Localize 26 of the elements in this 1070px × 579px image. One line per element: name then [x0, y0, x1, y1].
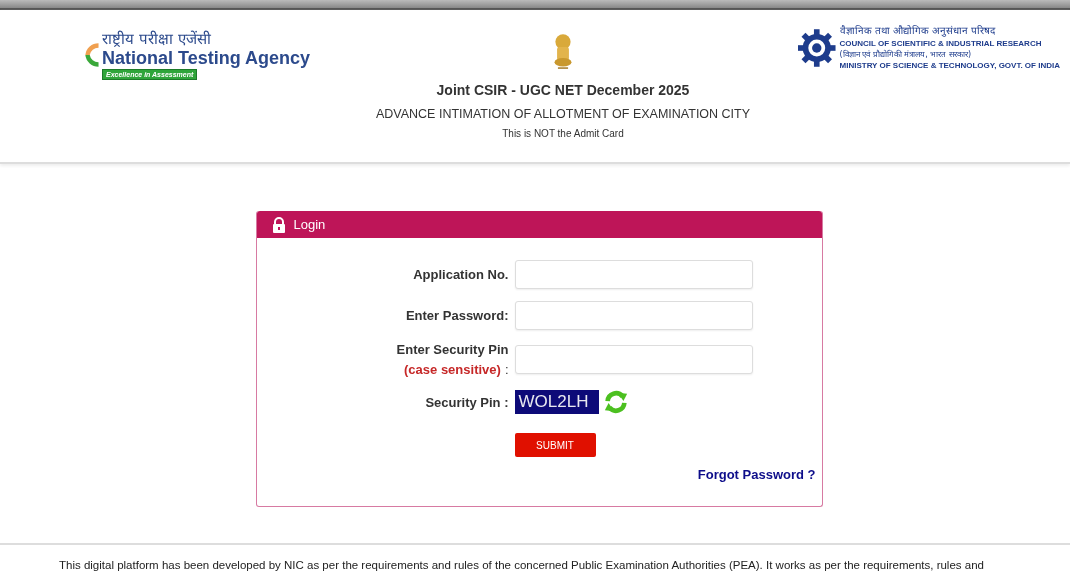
agency-hindi-name: राष्ट्रीय परीक्षा एजेंसी — [102, 30, 211, 48]
field-label: Application No. — [413, 267, 509, 282]
login-title: Login — [293, 217, 326, 232]
input-field[interactable] — [514, 345, 753, 374]
footer-text: This digital platform has been developed by NIC as per the requirements and rules of the concerned Public Examination Authorities (PEA). It works as per the requirements, rules and — [59, 559, 984, 571]
page-subtitle: ADVANCE INTIMATION OF ALLOTMENT OF EXAMINATION CITY — [375, 107, 751, 121]
field-label: Security Pin : — [425, 394, 509, 410]
gear-icon — [798, 27, 836, 68]
council-hindi-name: वैज्ञानिक तथा औद्योगिक अनुसंधान परिषद — [839, 24, 997, 38]
admit-card-note: This is NOT the Admit Card — [502, 128, 624, 139]
input-field[interactable] — [514, 301, 753, 330]
ministry-name: MINISTRY OF SCIENCE & TECHNOLOGY, GOVT. OF INDIA — [839, 60, 1060, 71]
submit-button[interactable]: SUBMIT — [514, 433, 596, 457]
forgot-password-link[interactable]: Forgot Password ? — [697, 467, 816, 482]
case-sensitive-hint: (case sensitive) — [404, 362, 501, 377]
field-label: Enter Security Pin — [396, 342, 509, 357]
colon-label: : — [504, 362, 509, 377]
field-label: Enter Password: — [405, 308, 509, 323]
council-name: COUNCIL OF SCIENTIFIC & INDUSTRIAL RESEARCH — [839, 38, 1043, 49]
captcha-image: WOL2LH — [514, 390, 599, 414]
lock-icon — [271, 216, 286, 233]
ministry-hindi-name: (विज्ञान एवं प्रौद्योगिकी मंत्रालय, भारत सरकार) — [839, 49, 972, 60]
input-field[interactable] — [514, 260, 753, 289]
refresh-icon[interactable] — [602, 389, 629, 415]
agency-name: National Testing Agency — [102, 48, 311, 69]
exam-title: Joint CSIR - UGC NET December 2025 — [436, 82, 690, 98]
